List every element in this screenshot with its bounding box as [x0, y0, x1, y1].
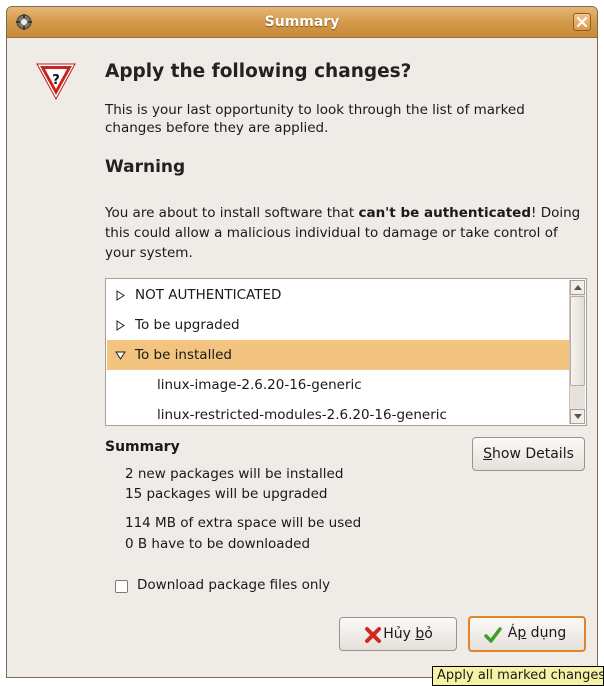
arrow-down-icon — [574, 414, 582, 419]
scroll-down-button[interactable] — [570, 409, 585, 424]
close-button[interactable] — [573, 13, 591, 31]
vertical-scrollbar[interactable] — [569, 280, 585, 424]
close-icon — [576, 16, 588, 28]
intro-text: This is your last opportunity to look th… — [105, 102, 525, 136]
list-item-label: linux-image-2.6.20-16-generic — [157, 377, 362, 393]
svg-text:?: ? — [52, 73, 60, 88]
apply-label-pre: Á — [507, 625, 518, 641]
scroll-thumb[interactable] — [570, 296, 585, 386]
changes-list[interactable]: NOT AUTHENTICATED To be upgraded To be ins… — [105, 278, 587, 426]
warning-icon: ? — [36, 63, 76, 101]
warning-text-pre: You are about to install software that — [105, 205, 359, 221]
dialog-heading: Apply the following changes? — [105, 61, 412, 82]
list-group-row[interactable]: To be upgraded — [107, 310, 569, 340]
apply-mnemonic: p — [517, 625, 527, 641]
summary-heading: Summary — [105, 439, 180, 455]
summary-disk-space: 114 MB of extra space will be used — [125, 515, 362, 531]
show-details-label-post: how Details — [492, 446, 574, 462]
apply-label-post: dụng — [526, 625, 567, 641]
summary-upgraded-packages: 15 packages will be upgraded — [125, 486, 328, 502]
warning-text: You are about to install software that c… — [105, 203, 589, 263]
list-item-label: NOT AUTHENTICATED — [135, 287, 282, 303]
checkmark-icon — [484, 627, 502, 643]
summary-dialog: Summary ? Apply the following changes? T… — [6, 6, 598, 678]
warning-text-bold: can't be authenticated — [358, 205, 531, 221]
cancel-label-post: ỏ — [424, 626, 433, 642]
list-item-label: To be upgraded — [135, 317, 240, 333]
show-details-mnemonic: S — [483, 446, 492, 462]
list-item[interactable]: linux-restricted-modules-2.6.20-16-gener… — [107, 400, 569, 424]
title-bar[interactable]: Summary — [7, 7, 597, 38]
list-item-label: To be installed — [135, 347, 232, 363]
changes-list-body: NOT AUTHENTICATED To be upgraded To be ins… — [107, 280, 569, 424]
summary-download-size: 0 B have to be downloaded — [125, 536, 311, 552]
cancel-button[interactable]: Hủy bỏ — [339, 617, 457, 651]
list-item[interactable]: linux-image-2.6.20-16-generic — [107, 370, 569, 400]
summary-new-packages: 2 new packages will be installed — [125, 466, 344, 482]
cancel-label-pre: Hủy — [383, 626, 416, 642]
cancel-mnemonic: b — [415, 626, 425, 642]
expander-expanded-icon[interactable] — [115, 350, 126, 361]
list-group-row[interactable]: To be installed — [107, 340, 569, 370]
arrow-up-icon — [574, 285, 582, 290]
list-item-label: linux-restricted-modules-2.6.20-16-gener… — [157, 407, 447, 423]
expander-collapsed-icon[interactable] — [115, 320, 126, 331]
window-title: Summary — [264, 14, 340, 30]
warning-heading: Warning — [105, 157, 186, 177]
expander-collapsed-icon[interactable] — [115, 290, 126, 301]
cancel-icon — [365, 627, 381, 643]
apply-tooltip: Apply all marked changes — [432, 666, 604, 686]
scroll-up-button[interactable] — [570, 280, 585, 295]
list-group-row[interactable]: NOT AUTHENTICATED — [107, 280, 569, 310]
download-only-checkbox[interactable] — [115, 580, 128, 593]
show-details-button[interactable]: Show Details — [472, 437, 585, 471]
apply-button[interactable]: Áp dụng — [468, 616, 586, 652]
download-only-label: Download package files only — [137, 577, 331, 593]
